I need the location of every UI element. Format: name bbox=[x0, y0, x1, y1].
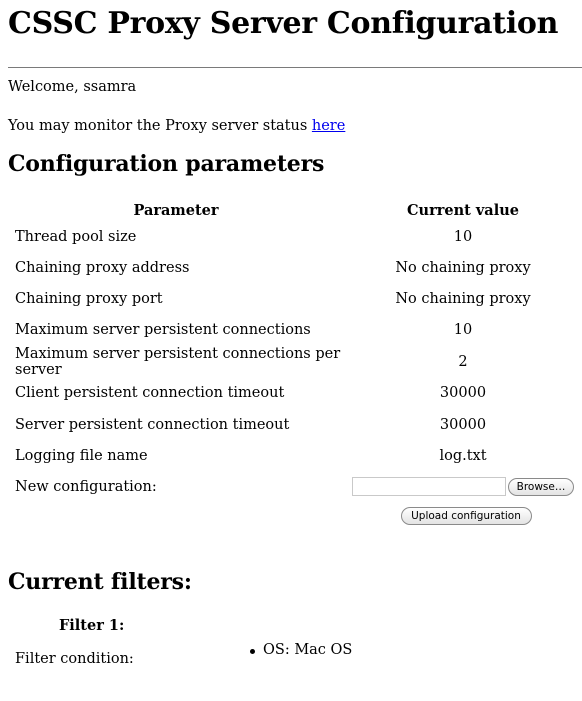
table-row: Chaining proxy port No chaining proxy bbox=[8, 283, 582, 314]
page: CSSC Proxy Server Configuration Welcome,… bbox=[8, 0, 582, 686]
param-name: Thread pool size bbox=[15, 228, 137, 245]
monitor-text: You may monitor the Proxy server status … bbox=[8, 117, 582, 135]
divider bbox=[8, 67, 582, 68]
new-config-label: New configuration: bbox=[15, 478, 157, 495]
monitor-label: You may monitor the Proxy server status bbox=[8, 118, 312, 134]
upload-cell: Upload configuration bbox=[344, 503, 582, 527]
param-value: 10 bbox=[453, 228, 473, 245]
header-current-value: Current value bbox=[407, 201, 519, 219]
param-name: Maximum server persistent connections pe… bbox=[15, 345, 341, 378]
param-name: Logging file name bbox=[15, 447, 148, 464]
table-row: Maximum server persistent connections pe… bbox=[8, 346, 582, 378]
table-row: Maximum server persistent connections 10 bbox=[8, 315, 582, 346]
filter-condition-list: OS: Mac OS bbox=[248, 642, 352, 658]
param-value: 30000 bbox=[439, 385, 487, 402]
upload-configuration-button[interactable]: Upload configuration bbox=[400, 506, 532, 525]
param-value: 2 bbox=[458, 353, 468, 370]
filters-heading: Current filters: bbox=[8, 568, 192, 595]
param-value: log.txt bbox=[439, 447, 487, 464]
config-heading: Configuration parameters bbox=[8, 151, 325, 177]
table-row: Client persistent connection timeout 300… bbox=[8, 378, 582, 409]
param-name: Maximum server persistent connections bbox=[15, 322, 311, 339]
table-row: Thread pool size 10 bbox=[8, 221, 582, 252]
new-config-row: New configuration: Browse… bbox=[8, 471, 582, 502]
table-row: Server persistent connection timeout 300… bbox=[8, 409, 582, 440]
param-value: 30000 bbox=[439, 416, 487, 433]
filter-title: Filter 1: bbox=[59, 616, 125, 634]
table-row: Logging file name log.txt bbox=[8, 440, 582, 471]
param-name: Chaining proxy address bbox=[15, 259, 190, 276]
file-path-field[interactable] bbox=[351, 477, 506, 497]
status-link[interactable]: here bbox=[312, 118, 345, 134]
page-title: CSSC Proxy Server Configuration bbox=[8, 6, 559, 41]
config-table: Parameter Current value Thread pool size… bbox=[8, 199, 582, 527]
file-upload-cell: Browse… bbox=[344, 471, 582, 502]
filter-condition-item: OS: Mac OS bbox=[248, 642, 352, 658]
param-name: Server persistent connection timeout bbox=[15, 416, 290, 433]
param-name: Client persistent connection timeout bbox=[15, 385, 285, 402]
browse-button[interactable]: Browse… bbox=[507, 477, 575, 496]
filter-item: Filter 1: Filter condition: OS: Mac OS bbox=[8, 596, 582, 686]
upload-spacer bbox=[8, 503, 344, 527]
param-name: Chaining proxy port bbox=[15, 290, 163, 307]
upload-wrap: Upload configuration bbox=[344, 503, 582, 525]
header-parameter: Parameter bbox=[133, 201, 219, 219]
file-picker: Browse… bbox=[344, 477, 582, 497]
upload-row: Upload configuration bbox=[8, 503, 582, 527]
welcome-text: Welcome, ssamra bbox=[8, 79, 137, 95]
param-value: 10 bbox=[453, 322, 473, 339]
param-value: No chaining proxy bbox=[395, 290, 531, 307]
param-value: No chaining proxy bbox=[395, 259, 531, 276]
table-row: Chaining proxy address No chaining proxy bbox=[8, 252, 582, 283]
config-header-row: Parameter Current value bbox=[8, 199, 582, 221]
filter-condition-label: Filter condition: bbox=[15, 650, 134, 667]
